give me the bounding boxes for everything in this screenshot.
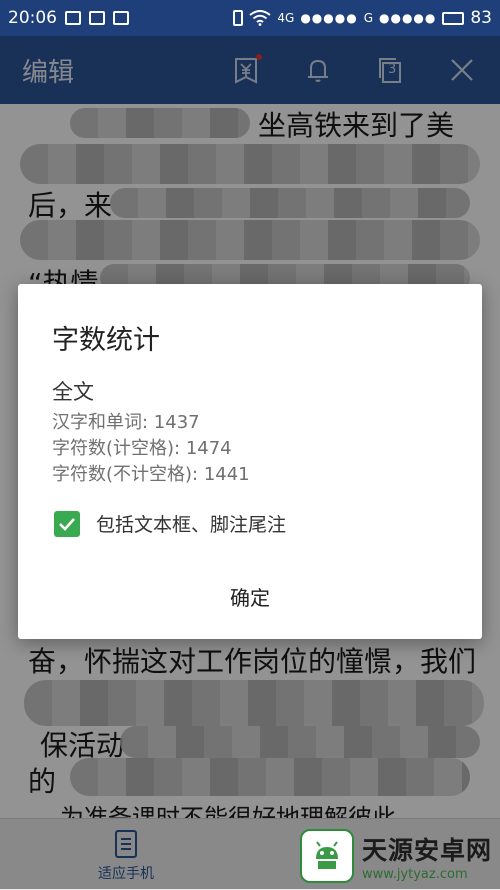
wifi-icon bbox=[249, 10, 272, 26]
status-left: 20:06 bbox=[8, 8, 129, 28]
network-g: G bbox=[363, 11, 373, 25]
battery-icon bbox=[442, 11, 465, 25]
stat-chars-with-spaces: 字符数(计空格): 1474 bbox=[52, 438, 232, 459]
stat-chars-without-spaces: 字符数(不计空格): 1441 bbox=[52, 464, 250, 485]
word-count-dialog: 字数统计 全文 汉字和单词: 1437 字符数(计空格): 1474 字符数(不… bbox=[18, 284, 482, 639]
whatsapp-icon bbox=[65, 11, 81, 25]
vibrate-icon bbox=[233, 10, 244, 26]
status-time: 20:06 bbox=[8, 8, 57, 28]
status-bar: 20:06 4G ●●●●● G ●●●●● 83 bbox=[0, 0, 500, 36]
status-right: 4G ●●●●● G ●●●●● 83 bbox=[233, 8, 492, 28]
include-textbox-checkbox[interactable] bbox=[54, 510, 80, 537]
watermark-url: www.jytyaz.com bbox=[361, 866, 468, 882]
watermark: 天源安卓网 www.jytyaz.com bbox=[299, 829, 492, 883]
android-logo-icon bbox=[299, 829, 354, 883]
section-title: 全文 bbox=[52, 380, 94, 404]
include-textbox-label: 包括文本框、脚注尾注 bbox=[96, 514, 287, 536]
signal-dots-1: ●●●●● bbox=[300, 11, 358, 25]
stat-words: 汉字和单词: 1437 bbox=[52, 412, 200, 433]
battery-level: 83 bbox=[470, 8, 492, 28]
check-icon bbox=[59, 517, 75, 531]
dialog-title: 字数统计 bbox=[52, 325, 160, 356]
include-textbox-row[interactable]: 包括文本框、脚注尾注 bbox=[54, 510, 286, 537]
watermark-name: 天源安卓网 bbox=[361, 835, 492, 865]
notification-icon bbox=[89, 11, 105, 25]
network-4g: 4G bbox=[277, 11, 295, 25]
watermark-text: 天源安卓网 www.jytyaz.com bbox=[362, 831, 492, 882]
signal-dots-2: ●●●●● bbox=[379, 11, 437, 25]
image-icon bbox=[113, 11, 129, 25]
ok-button[interactable]: 确定 bbox=[200, 576, 300, 616]
